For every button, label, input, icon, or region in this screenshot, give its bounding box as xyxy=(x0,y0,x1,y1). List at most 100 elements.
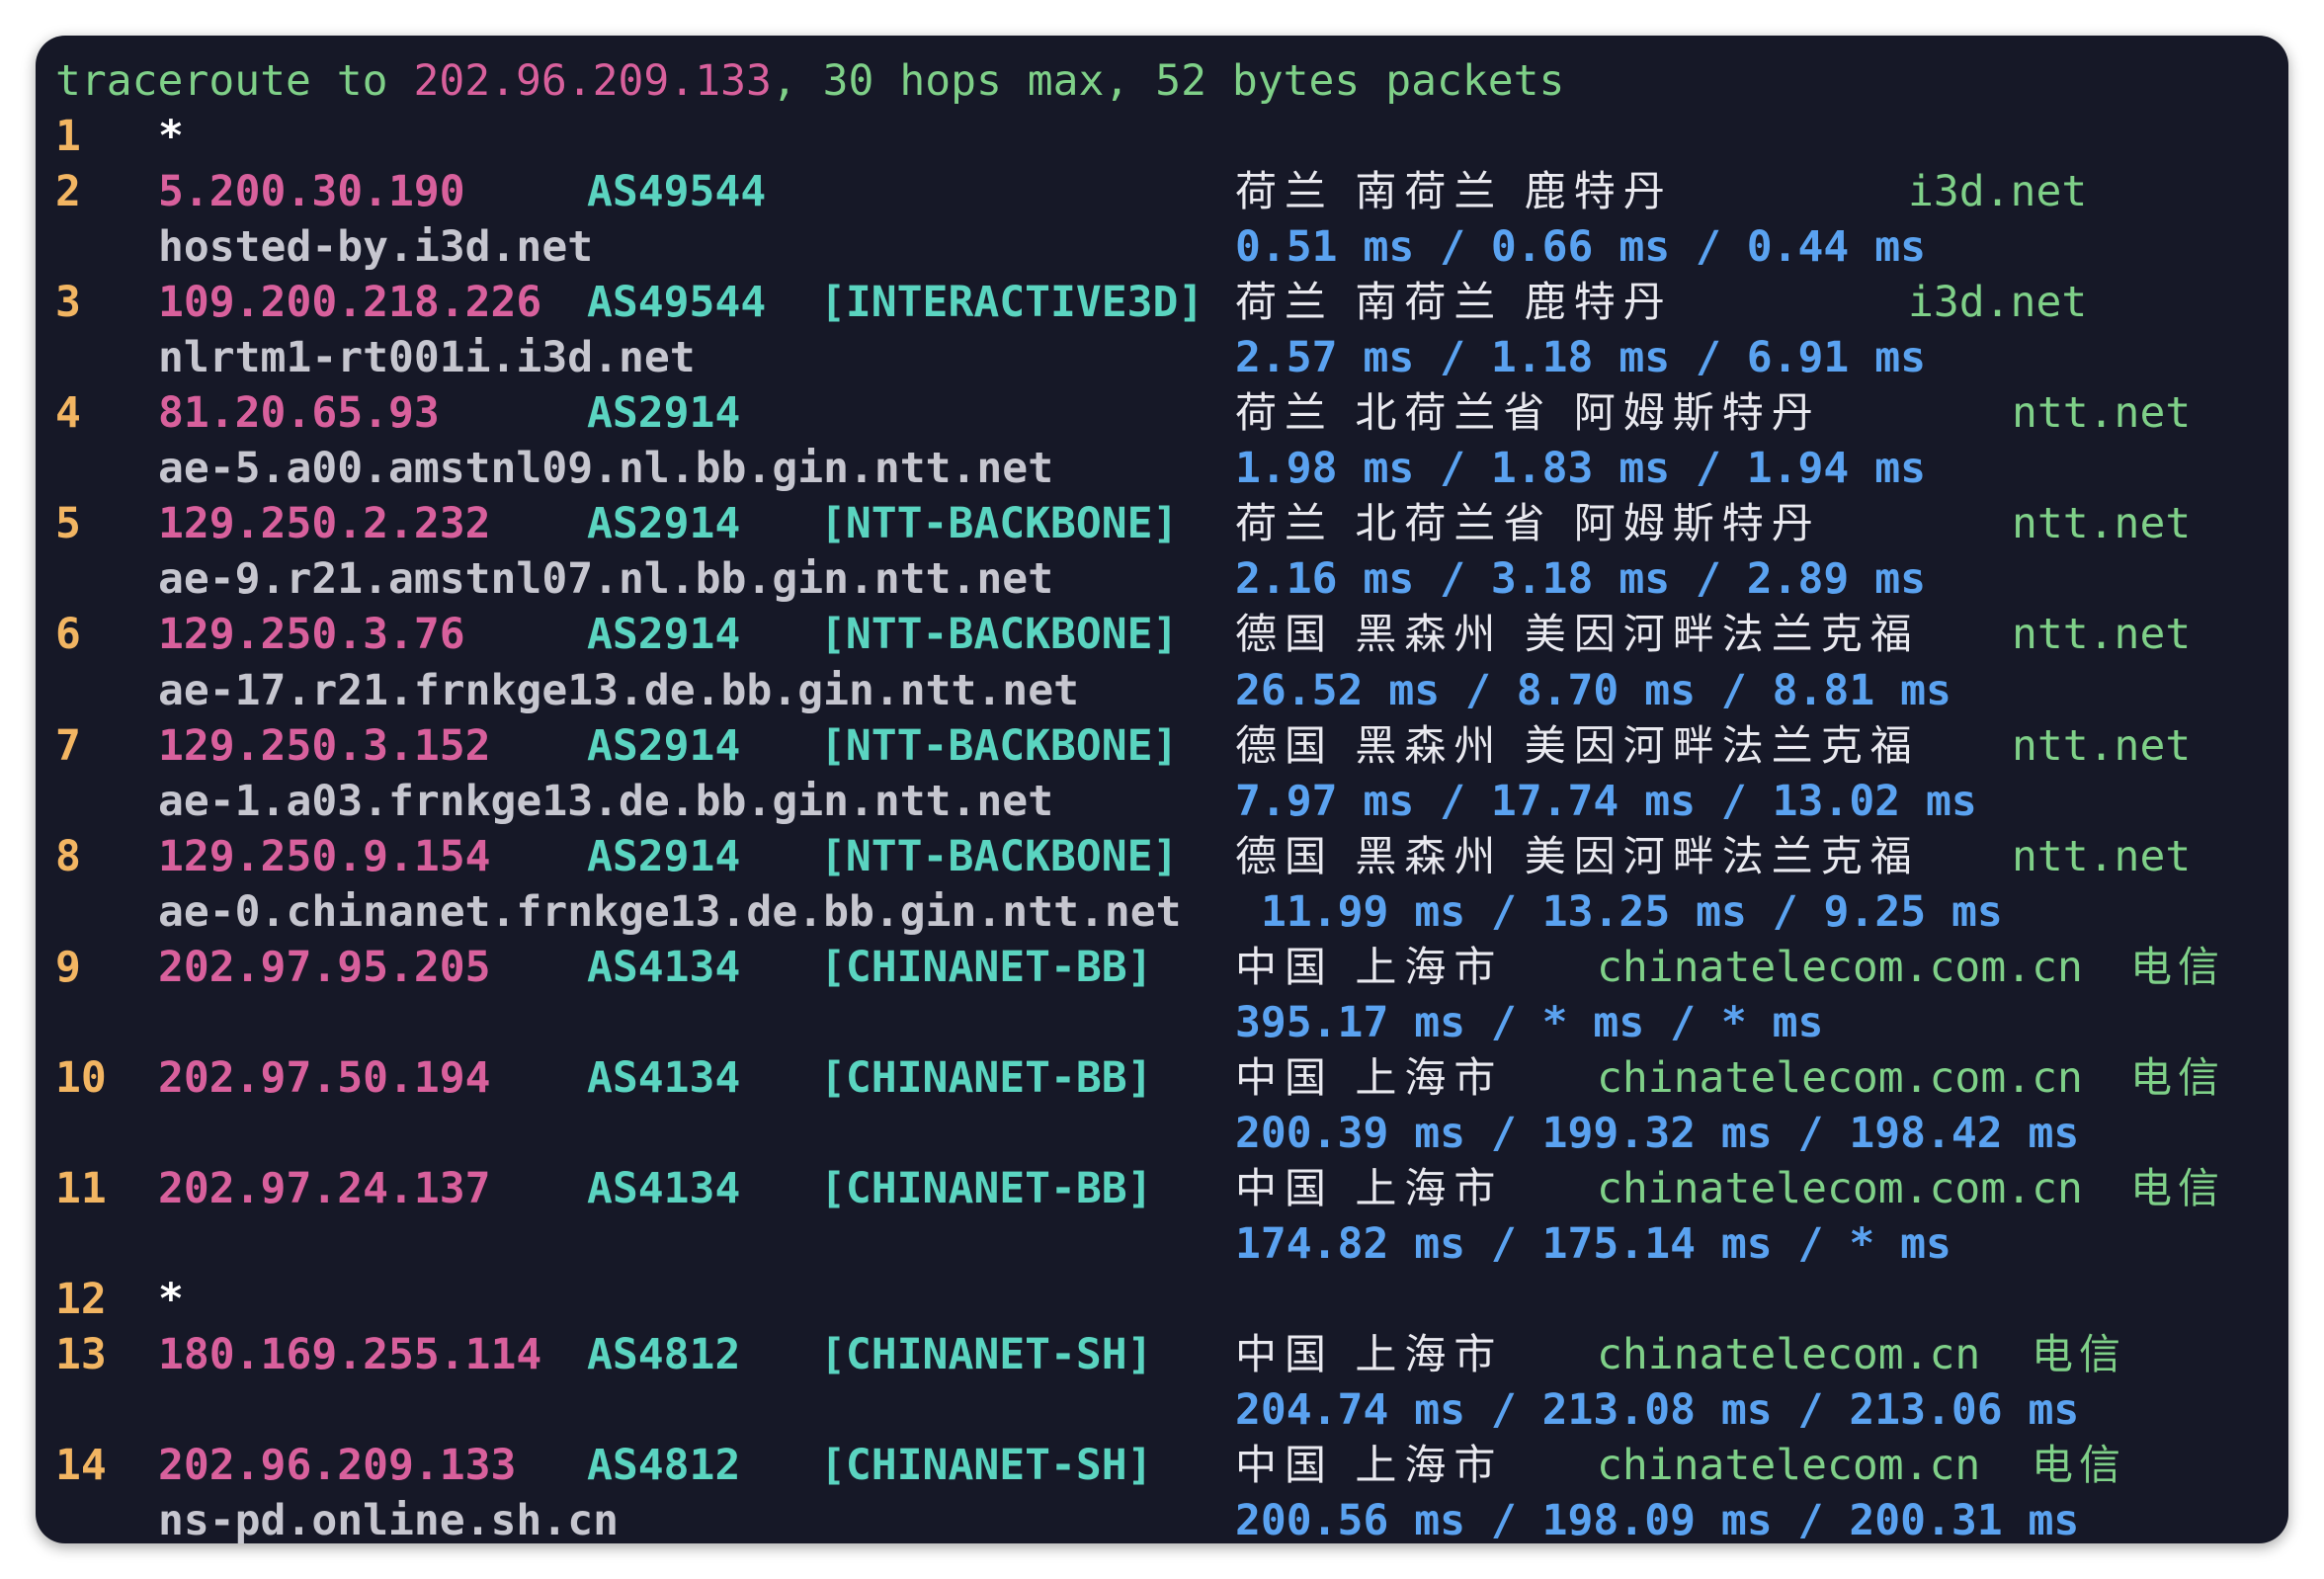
hop-asn: AS2914 xyxy=(587,832,741,881)
hop-asn: AS2914 xyxy=(587,499,741,548)
hop-rtt: 200.56 ms / 198.09 ms / 200.31 ms xyxy=(1235,1496,2080,1543)
hop-ip: 202.96.209.133 xyxy=(158,1441,517,1490)
hop-number: 14 xyxy=(55,1441,107,1490)
hop-asn: AS49544 xyxy=(587,167,767,216)
hop-location: 中国 上海市 xyxy=(1235,1441,1504,1489)
hop-rtt: 2.57 ms / 1.18 ms / 6.91 ms xyxy=(1235,333,1926,382)
hop-domain: i3d.net xyxy=(1908,278,2088,327)
hop-domain: i3d.net xyxy=(1908,167,2088,216)
hop-number: 9 xyxy=(55,943,81,992)
hop-hostname: ae-9.r21.amstnl07.nl.bb.gin.ntt.net xyxy=(158,554,1054,604)
hop-number: 8 xyxy=(55,832,81,881)
hop-ip: 202.97.24.137 xyxy=(158,1164,491,1213)
hop-network-tag: [INTERACTIVE3D] xyxy=(820,278,1204,327)
hop-domain: chinatelecom.com.cn xyxy=(1597,1164,2083,1213)
hop-hostname: ae-5.a00.amstnl09.nl.bb.gin.ntt.net xyxy=(158,444,1054,493)
hop-location: 德国 黑森州 美因河畔法兰克福 xyxy=(1235,721,1920,770)
hop-network-tag: [CHINANET-BB] xyxy=(820,943,1153,992)
hop-ip: 81.20.65.93 xyxy=(158,388,440,438)
hop-asn: AS2914 xyxy=(587,610,741,659)
hop-ip: 202.97.50.194 xyxy=(158,1053,491,1103)
hop-ip: 129.250.9.154 xyxy=(158,832,491,881)
hop-location: 德国 黑森州 美因河畔法兰克福 xyxy=(1235,832,1920,880)
hop-isp: 电信 xyxy=(2032,1441,2127,1489)
hop-rtt: 174.82 ms / 175.14 ms / * ms xyxy=(1235,1219,1951,1269)
hop-domain: ntt.net xyxy=(2012,721,2192,771)
hop-network-tag: [CHINANET-BB] xyxy=(820,1164,1153,1213)
hop-number: 5 xyxy=(55,499,81,548)
hop-isp: 电信 xyxy=(2032,1330,2127,1378)
hop-network-tag: [NTT-BACKBONE] xyxy=(820,721,1179,771)
header-prefix: traceroute to xyxy=(55,56,414,106)
hop-rtt: 11.99 ms / 13.25 ms / 9.25 ms xyxy=(1261,887,2003,937)
hop-location: 中国 上海市 xyxy=(1235,1164,1504,1212)
hop-isp: 电信 xyxy=(2130,1164,2226,1212)
hop-hostname: nlrtm1-rt001i.i3d.net xyxy=(158,333,696,382)
hop-network-tag: [CHINANET-SH] xyxy=(820,1441,1153,1490)
hop-location: 荷兰 北荷兰省 阿姆斯特丹 xyxy=(1235,388,1821,437)
hop-rtt: 0.51 ms / 0.66 ms / 0.44 ms xyxy=(1235,222,1926,272)
hop-hostname: ae-1.a03.frnkge13.de.bb.gin.ntt.net xyxy=(158,777,1054,826)
hop-network-tag: [NTT-BACKBONE] xyxy=(820,499,1179,548)
hop-location: 中国 上海市 xyxy=(1235,1053,1504,1102)
hop-asn: AS4134 xyxy=(587,943,741,992)
hop-number: 4 xyxy=(55,388,81,438)
hop-rtt: 204.74 ms / 213.08 ms / 213.06 ms xyxy=(1235,1385,2080,1435)
header-target: 202.96.209.133 xyxy=(413,56,772,106)
hop-rtt: 1.98 ms / 1.83 ms / 1.94 ms xyxy=(1235,444,1926,493)
hop-asn: AS4134 xyxy=(587,1164,741,1213)
hop-timeout: * xyxy=(158,1275,184,1324)
hop-number: 2 xyxy=(55,167,81,216)
hop-asn: AS2914 xyxy=(587,721,741,771)
hop-ip: 129.250.3.76 xyxy=(158,610,465,659)
hop-number: 6 xyxy=(55,610,81,659)
header-suffix: , 30 hops max, 52 bytes packets xyxy=(771,56,1565,106)
hop-ip: 202.97.95.205 xyxy=(158,943,491,992)
hop-rtt: 26.52 ms / 8.70 ms / 8.81 ms xyxy=(1235,666,1951,715)
hop-isp: 电信 xyxy=(2130,943,2226,991)
hop-hostname: ae-17.r21.frnkge13.de.bb.gin.ntt.net xyxy=(158,666,1079,715)
hop-domain: ntt.net xyxy=(2012,388,2192,438)
hop-domain: ntt.net xyxy=(2012,610,2192,659)
hop-timeout: * xyxy=(158,112,184,161)
hop-number: 13 xyxy=(55,1330,107,1379)
hop-number: 12 xyxy=(55,1275,107,1324)
traceroute-header: traceroute to 202.96.209.133, 30 hops ma… xyxy=(55,53,1564,109)
hop-rtt: 2.16 ms / 3.18 ms / 2.89 ms xyxy=(1235,554,1926,604)
hop-location: 德国 黑森州 美因河畔法兰克福 xyxy=(1235,610,1920,658)
hop-number: 11 xyxy=(55,1164,107,1213)
terminal-output[interactable]: traceroute to 202.96.209.133, 30 hops ma… xyxy=(55,36,2269,1543)
hop-number: 1 xyxy=(55,112,81,161)
hop-ip: 180.169.255.114 xyxy=(158,1330,542,1379)
hop-asn: AS4812 xyxy=(587,1441,741,1490)
hop-network-tag: [CHINANET-SH] xyxy=(820,1330,1153,1379)
hop-number: 7 xyxy=(55,721,81,771)
hop-network-tag: [NTT-BACKBONE] xyxy=(820,610,1179,659)
hop-rtt: 200.39 ms / 199.32 ms / 198.42 ms xyxy=(1235,1109,2080,1158)
hop-network-tag: [CHINANET-BB] xyxy=(820,1053,1153,1103)
terminal-window[interactable]: traceroute to 202.96.209.133, 30 hops ma… xyxy=(36,36,2288,1543)
hop-hostname: ae-0.chinanet.frnkge13.de.bb.gin.ntt.net xyxy=(158,887,1182,937)
hop-network-tag: [NTT-BACKBONE] xyxy=(820,832,1179,881)
hop-ip: 129.250.2.232 xyxy=(158,499,491,548)
hop-domain: chinatelecom.com.cn xyxy=(1597,943,2083,992)
hop-hostname: ns-pd.online.sh.cn xyxy=(158,1496,619,1543)
hop-asn: AS49544 xyxy=(587,278,767,327)
hop-domain: chinatelecom.cn xyxy=(1597,1441,1981,1490)
hop-asn: AS2914 xyxy=(587,388,741,438)
hop-domain: ntt.net xyxy=(2012,499,2192,548)
hop-domain: chinatelecom.com.cn xyxy=(1597,1053,2083,1103)
hop-number: 10 xyxy=(55,1053,107,1103)
hop-ip: 109.200.218.226 xyxy=(158,278,542,327)
hop-domain: chinatelecom.cn xyxy=(1597,1330,1981,1379)
hop-isp: 电信 xyxy=(2130,1053,2226,1102)
hop-ip: 5.200.30.190 xyxy=(158,167,465,216)
hop-rtt: 7.97 ms / 17.74 ms / 13.02 ms xyxy=(1235,777,1977,826)
hop-location: 中国 上海市 xyxy=(1235,943,1504,991)
hop-location: 荷兰 南荷兰 鹿特丹 xyxy=(1235,167,1673,215)
hop-number: 3 xyxy=(55,278,81,327)
hop-location: 中国 上海市 xyxy=(1235,1330,1504,1378)
hop-ip: 129.250.3.152 xyxy=(158,721,491,771)
hop-location: 荷兰 北荷兰省 阿姆斯特丹 xyxy=(1235,499,1821,547)
hop-asn: AS4812 xyxy=(587,1330,741,1379)
